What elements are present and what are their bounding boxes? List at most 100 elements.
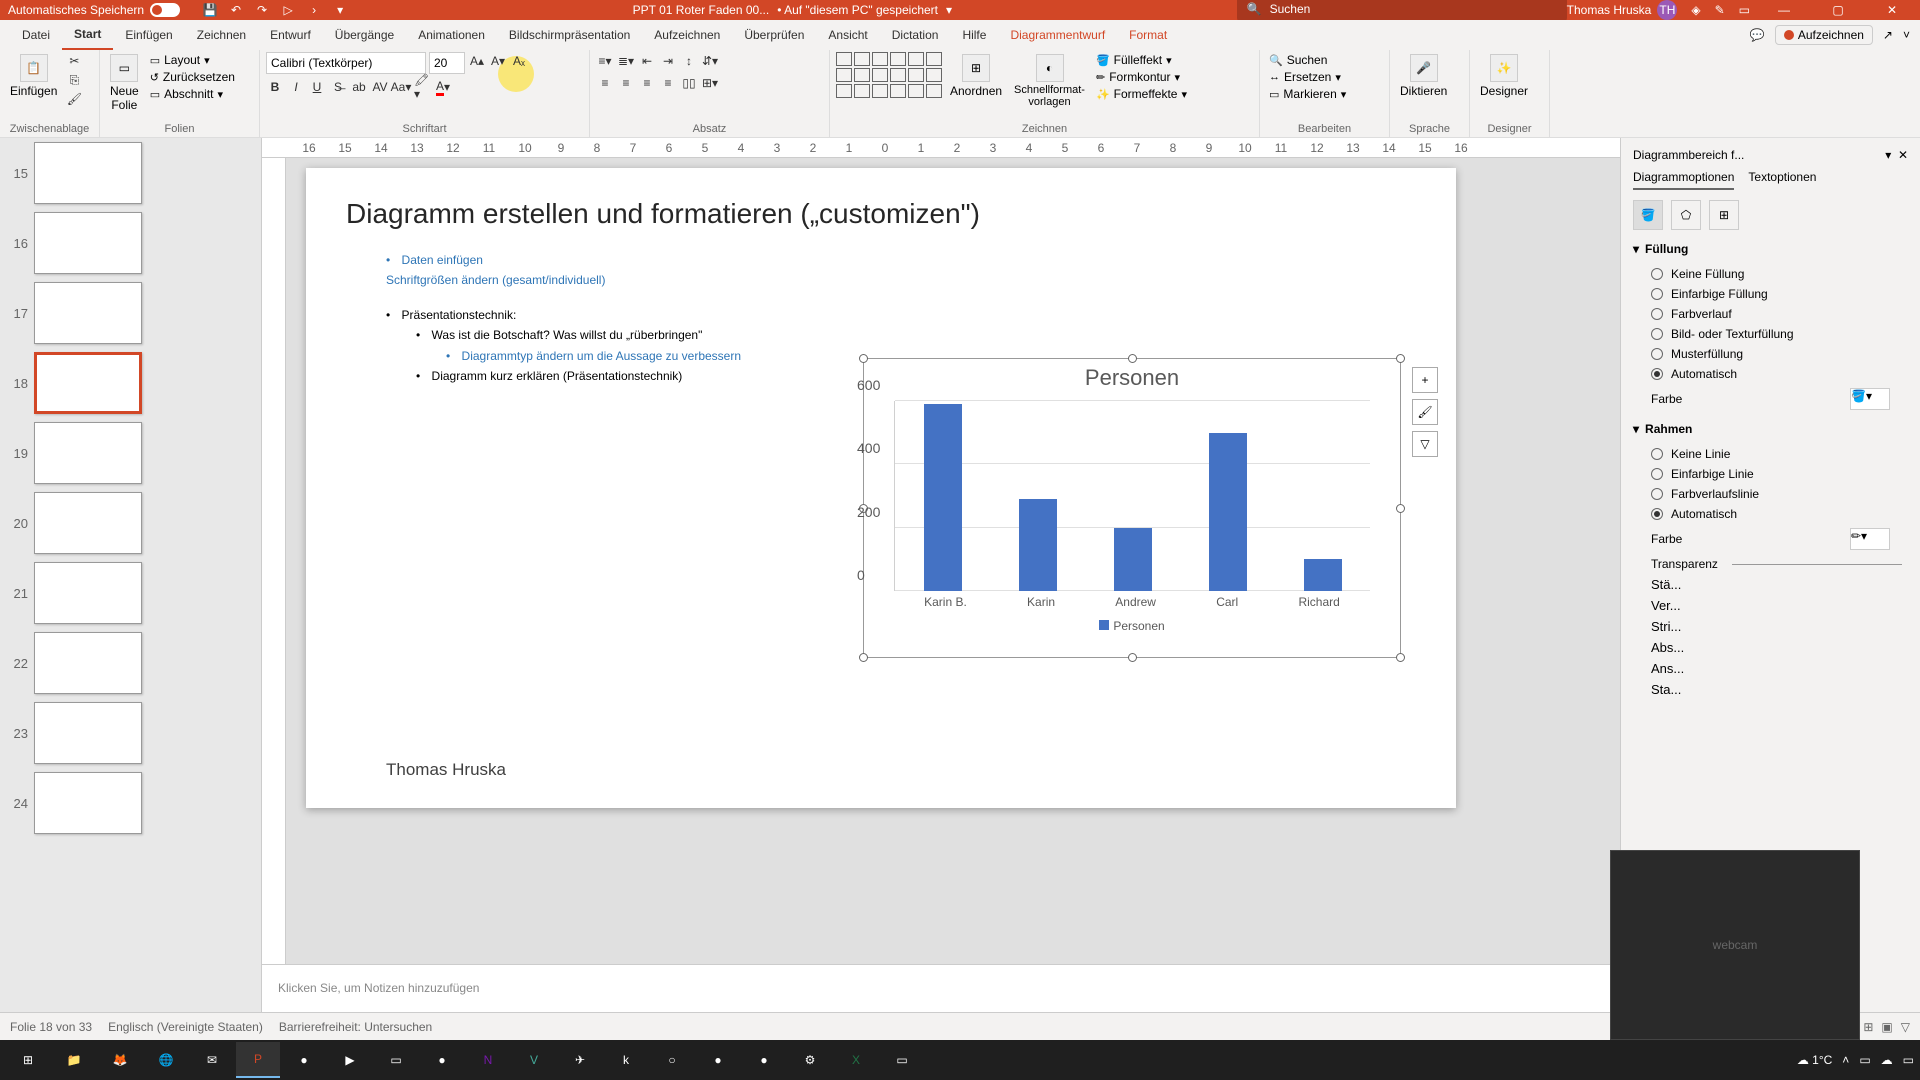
tab-ansicht[interactable]: Ansicht — [816, 20, 879, 50]
radio-musterfüllung[interactable]: Musterfüllung — [1633, 344, 1908, 364]
tray-wifi-icon[interactable]: ▭ — [1903, 1053, 1914, 1067]
tab-entwurf[interactable]: Entwurf — [258, 20, 323, 50]
chart-object[interactable]: + 🖌 ▽ Personen 0200400600 Karin B.KarinA… — [863, 358, 1401, 658]
redo-icon[interactable]: ↷ — [254, 2, 270, 18]
app5-icon[interactable]: k — [604, 1042, 648, 1078]
tab-überprüfen[interactable]: Überprüfen — [732, 20, 816, 50]
spacing-icon[interactable]: AV — [371, 78, 389, 96]
excel-icon[interactable]: X — [834, 1042, 878, 1078]
tab-diagrammentwurf[interactable]: Diagrammentwurf — [998, 20, 1117, 50]
app2-icon[interactable]: ▭ — [374, 1042, 418, 1078]
app9-icon[interactable]: ▭ — [880, 1042, 924, 1078]
thumbnail-24[interactable] — [34, 772, 142, 834]
fill-color-button[interactable]: 🪣▾ — [1850, 388, 1890, 410]
chart-legend[interactable]: Personen — [864, 617, 1400, 633]
collapse-ribbon-icon[interactable]: ˅ — [1903, 28, 1910, 42]
pane-dropdown-icon[interactable]: ▾ — [1885, 148, 1891, 162]
tab-hilfe[interactable]: Hilfe — [950, 20, 998, 50]
slide-canvas[interactable]: Diagramm erstellen und formatieren („cus… — [306, 168, 1456, 808]
vlc-icon[interactable]: ▶ — [328, 1042, 372, 1078]
bold-icon[interactable]: B — [266, 78, 284, 96]
telegram-icon[interactable]: ✈ — [558, 1042, 602, 1078]
line-spacing-icon[interactable]: ↕ — [680, 52, 698, 70]
grow-font-icon[interactable]: A▴ — [468, 52, 486, 70]
radio-keine-füllung[interactable]: Keine Füllung — [1633, 264, 1908, 284]
numbering-icon[interactable]: ≣▾ — [617, 52, 635, 70]
view-slideshow-icon[interactable]: ▽ — [1901, 1020, 1910, 1034]
chart-filter-icon[interactable]: ▽ — [1412, 431, 1438, 457]
italic-icon[interactable]: I — [287, 78, 305, 96]
pane-tab-chart-options[interactable]: Diagrammoptionen — [1633, 170, 1734, 190]
layout-button[interactable]: ▭ Layout ▾ — [147, 52, 238, 68]
thumbnail-16[interactable] — [34, 212, 142, 274]
tab-start[interactable]: Start — [62, 20, 113, 50]
pen-icon[interactable]: ✎ — [1715, 3, 1725, 17]
more-icon[interactable]: › — [306, 2, 322, 18]
tab-übergänge[interactable]: Übergänge — [323, 20, 406, 50]
underline-icon[interactable]: U — [308, 78, 326, 96]
slide-counter[interactable]: Folie 18 von 33 — [10, 1020, 92, 1034]
weather-widget[interactable]: ☁ 1°C — [1797, 1053, 1832, 1067]
tab-zeichnen[interactable]: Zeichnen — [185, 20, 258, 50]
text-direction-icon[interactable]: ⇵▾ — [701, 52, 719, 70]
diamond-icon[interactable]: ◈ — [1691, 3, 1700, 17]
chart-plot[interactable]: 0200400600 — [894, 401, 1370, 591]
thumbnail-22[interactable] — [34, 632, 142, 694]
indent-inc-icon[interactable]: ⇥ — [659, 52, 677, 70]
align-center-icon[interactable]: ≡ — [617, 74, 635, 92]
app6-icon[interactable]: ○ — [650, 1042, 694, 1078]
save-icon[interactable]: 💾 — [202, 2, 218, 18]
strike-icon[interactable]: S̶ — [329, 78, 347, 96]
arrange-button[interactable]: ⊞Anordnen — [946, 52, 1006, 100]
tab-format[interactable]: Format — [1117, 20, 1179, 50]
notes-pane[interactable]: Klicken Sie, um Notizen hinzuzufügen — [262, 964, 1620, 1012]
align-left-icon[interactable]: ≡ — [596, 74, 614, 92]
thumbnail-19[interactable] — [34, 422, 142, 484]
radio-einfarbige-füllung[interactable]: Einfarbige Füllung — [1633, 284, 1908, 304]
quickstyles-button[interactable]: ◐Schnellformat- vorlagen — [1010, 52, 1089, 110]
border-section-header[interactable]: ▾ Rahmen — [1633, 422, 1908, 436]
outline-button[interactable]: ✏ Formkontur ▾ — [1093, 69, 1190, 85]
dropdown-icon[interactable]: ▾ — [332, 2, 348, 18]
clear-format-icon[interactable]: Aₓ — [510, 52, 528, 70]
slide-title[interactable]: Diagramm erstellen und formatieren („cus… — [346, 198, 1416, 230]
view-reading-icon[interactable]: ▣ — [1881, 1020, 1892, 1034]
taskbar[interactable]: ⊞ 📁 🦊 🌐 ✉ P ● ▶ ▭ ● N V ✈ k ○ ● ● ⚙ X ▭ … — [0, 1040, 1920, 1080]
font-color-icon[interactable]: A▾ — [434, 78, 452, 96]
thumbnail-18[interactable] — [34, 352, 142, 414]
effects-icon[interactable]: ⬠ — [1671, 200, 1701, 230]
search-input[interactable]: 🔍 Suchen — [1237, 0, 1567, 22]
paste-button[interactable]: 📋Einfügen — [6, 52, 61, 100]
tab-einfügen[interactable]: Einfügen — [113, 20, 184, 50]
radio-bild--oder-texturfüllung[interactable]: Bild- oder Texturfüllung — [1633, 324, 1908, 344]
font-name-input[interactable]: Calibri (Textkörper) — [266, 52, 426, 74]
radio-automatisch[interactable]: Automatisch — [1633, 504, 1908, 524]
radio-farbverlauf[interactable]: Farbverlauf — [1633, 304, 1908, 324]
powerpoint-icon[interactable]: P — [236, 1042, 280, 1078]
explorer-icon[interactable]: 📁 — [52, 1042, 96, 1078]
slideshow-icon[interactable]: ▷ — [280, 2, 296, 18]
chevron-down-icon[interactable]: ▾ — [946, 3, 952, 17]
fill-section-header[interactable]: ▾ Füllung — [1633, 242, 1908, 256]
bullets-icon[interactable]: ≡▾ — [596, 52, 614, 70]
size-icon[interactable]: ⊞ — [1709, 200, 1739, 230]
outlook-icon[interactable]: ✉ — [190, 1042, 234, 1078]
app4-icon[interactable]: V — [512, 1042, 556, 1078]
justify-icon[interactable]: ≡ — [659, 74, 677, 92]
app7-icon[interactable]: ● — [696, 1042, 740, 1078]
fill-line-icon[interactable]: 🪣 — [1633, 200, 1663, 230]
radio-automatisch[interactable]: Automatisch — [1633, 364, 1908, 384]
share-icon[interactable]: ↗ — [1883, 28, 1893, 42]
user-account[interactable]: Thomas Hruska TH — [1567, 0, 1678, 20]
chrome-icon[interactable]: 🌐 — [144, 1042, 188, 1078]
shadow-icon[interactable]: ab — [350, 78, 368, 96]
radio-keine-linie[interactable]: Keine Linie — [1633, 444, 1908, 464]
new-slide-button[interactable]: ▭Neue Folie — [106, 52, 143, 114]
highlight-icon[interactable]: 🖍▾ — [413, 78, 431, 96]
maximize-button[interactable]: ▢ — [1818, 3, 1858, 17]
select-button[interactable]: ▭ Markieren ▾ — [1266, 86, 1349, 102]
app3-icon[interactable]: ● — [420, 1042, 464, 1078]
slide-thumbnails[interactable]: 15161718192021222324 — [0, 138, 262, 1012]
firefox-icon[interactable]: 🦊 — [98, 1042, 142, 1078]
radio-einfarbige-linie[interactable]: Einfarbige Linie — [1633, 464, 1908, 484]
